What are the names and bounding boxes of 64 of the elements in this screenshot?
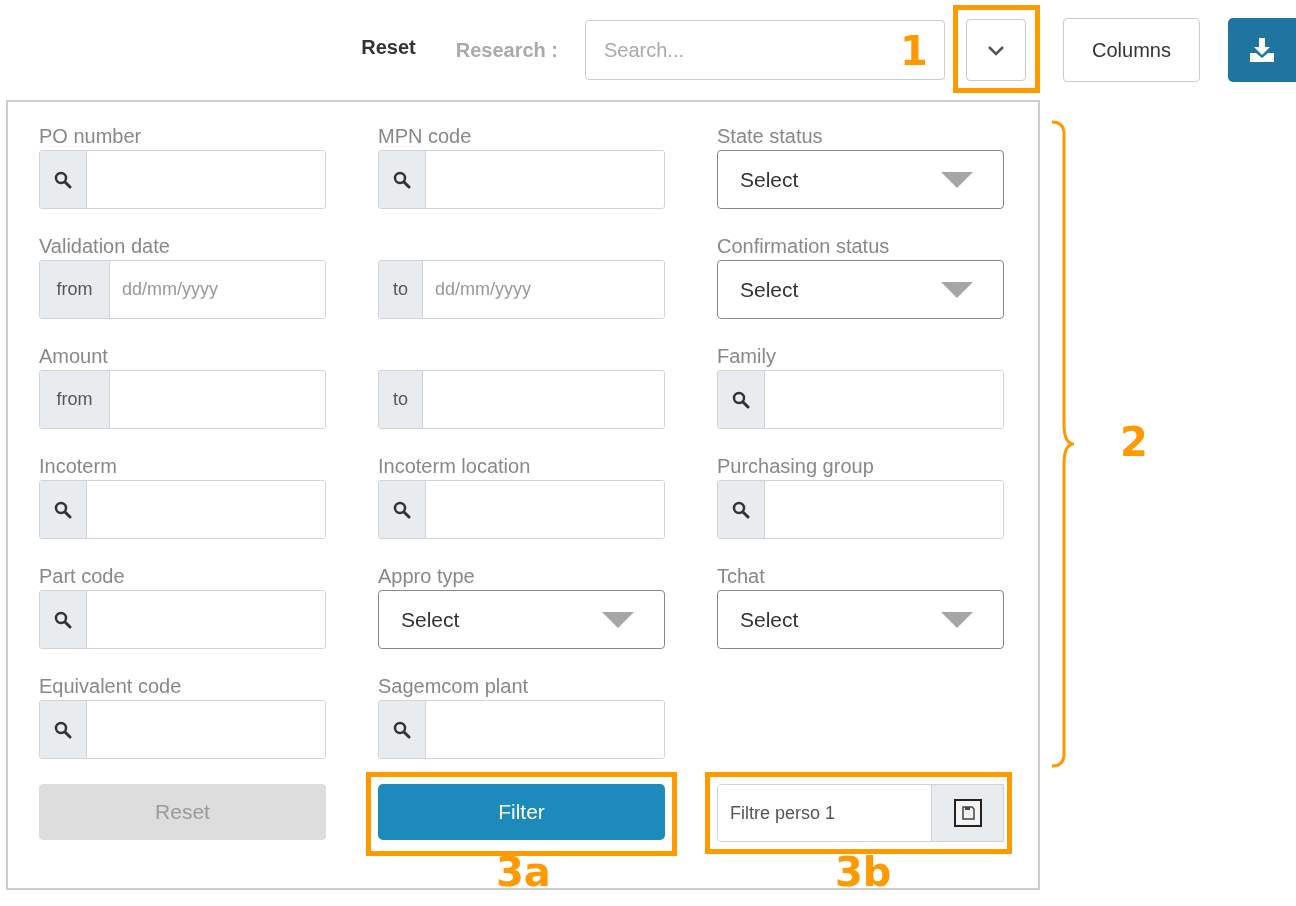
caret-icon bbox=[941, 611, 973, 628]
search-field[interactable] bbox=[39, 700, 326, 759]
columns-button[interactable]: Columns bbox=[1063, 18, 1200, 82]
field-label: Validation date bbox=[39, 234, 171, 259]
search-field[interactable] bbox=[378, 700, 665, 759]
select-dropdown[interactable]: Select bbox=[378, 590, 665, 649]
search-icon bbox=[732, 500, 750, 519]
search-icon bbox=[393, 720, 411, 739]
range-field[interactable]: to bbox=[378, 370, 665, 429]
search-icon bbox=[54, 720, 72, 739]
range-field[interactable]: from dd/mm/yyyy bbox=[39, 260, 326, 319]
search-icon bbox=[393, 500, 411, 519]
search-icon bbox=[393, 170, 411, 189]
field-prefix: from bbox=[40, 371, 110, 428]
range-field[interactable]: from bbox=[39, 370, 326, 429]
field-prefix: from bbox=[40, 261, 110, 318]
expand-button[interactable] bbox=[966, 19, 1026, 81]
field-label: Part code bbox=[39, 564, 126, 589]
download-icon bbox=[1249, 38, 1275, 62]
search-icon bbox=[54, 500, 72, 519]
search-icon bbox=[54, 170, 72, 189]
annotation-label: 3b bbox=[835, 852, 892, 890]
annotation-label: 3a bbox=[496, 852, 551, 890]
filter-button[interactable]: Filter bbox=[378, 784, 665, 840]
select-dropdown[interactable]: Select bbox=[717, 590, 1004, 649]
field-label: Family bbox=[717, 344, 777, 369]
field-label: Incoterm bbox=[39, 454, 118, 479]
annotation-label: 2 bbox=[1120, 422, 1148, 462]
range-field[interactable]: to dd/mm/yyyy bbox=[378, 260, 665, 319]
field-prefix: to bbox=[379, 261, 423, 318]
field-label: Tchat bbox=[717, 564, 766, 589]
field-prefix: to bbox=[379, 371, 423, 428]
search-field[interactable] bbox=[717, 480, 1004, 539]
search-field[interactable] bbox=[717, 370, 1004, 429]
reset-link[interactable]: Reset bbox=[361, 35, 416, 59]
filter-name-field[interactable]: Filtre perso 1 bbox=[717, 784, 1004, 842]
search-field[interactable] bbox=[39, 590, 326, 649]
search-icon bbox=[732, 390, 750, 409]
field-label: Sagemcom plant bbox=[378, 674, 530, 699]
caret-icon bbox=[941, 171, 973, 188]
search-field[interactable] bbox=[39, 480, 326, 539]
field-label: Equivalent code bbox=[39, 674, 183, 699]
caret-icon bbox=[941, 281, 973, 298]
chevron-down-icon bbox=[987, 44, 1005, 56]
research-label: Research : bbox=[455, 38, 558, 62]
search-field[interactable] bbox=[378, 480, 665, 539]
field-label: Amount bbox=[39, 344, 109, 369]
select-dropdown[interactable]: Select bbox=[717, 150, 1004, 209]
field-label: Purchasing group bbox=[717, 454, 875, 479]
select-dropdown[interactable]: Select bbox=[717, 260, 1004, 319]
save-button[interactable] bbox=[931, 785, 1003, 841]
field-label: Confirmation status bbox=[717, 234, 891, 259]
field-label: Incoterm location bbox=[378, 454, 532, 479]
field-label: State status bbox=[717, 124, 824, 149]
caret-icon bbox=[602, 611, 634, 628]
search-field[interactable] bbox=[39, 150, 326, 209]
annotation-label: 1 bbox=[900, 31, 928, 71]
download-button[interactable] bbox=[1228, 18, 1296, 82]
search-field[interactable] bbox=[378, 150, 665, 209]
field-label: MPN code bbox=[378, 124, 473, 149]
save-icon bbox=[953, 799, 982, 827]
search-icon bbox=[54, 610, 72, 629]
field-label: PO number bbox=[39, 124, 143, 149]
field-label: Appro type bbox=[378, 564, 476, 589]
